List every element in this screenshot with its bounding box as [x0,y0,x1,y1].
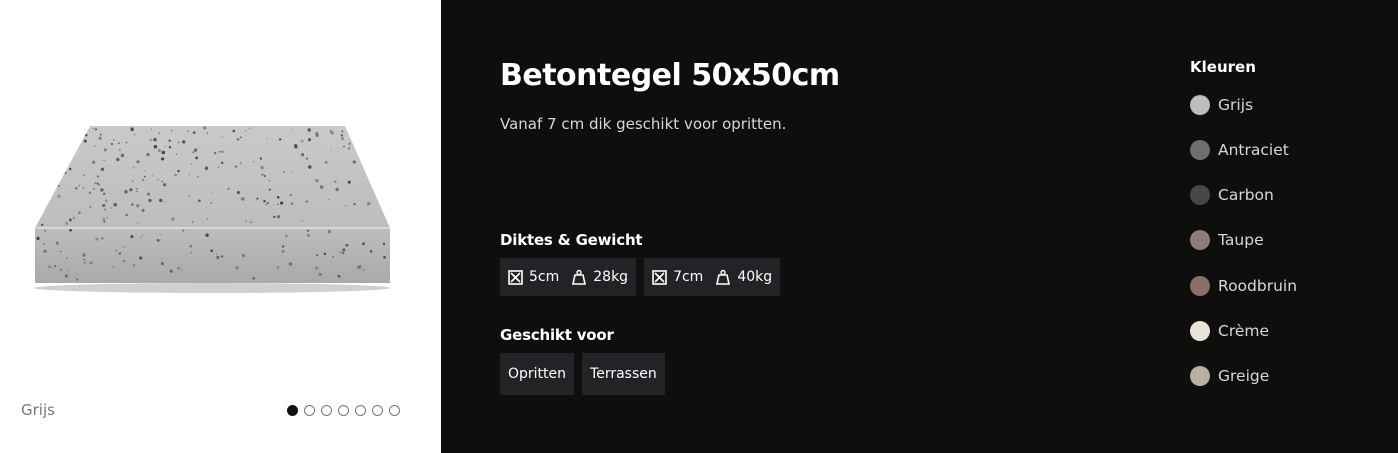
weight-icon [572,269,587,285]
product-subtitle: Vanaf 7 cm dik geschikt voor opritten. [500,115,787,133]
slider-dot[interactable] [372,405,383,416]
color-name: Crème [1218,321,1270,340]
spec-thickness: 7cm [673,269,704,285]
spec-weight: 28kg [593,269,629,285]
variant-label: Grijs [21,401,55,419]
slider-dot[interactable] [355,405,366,416]
color-name: Carbon [1218,186,1274,205]
color-option[interactable]: Roodbruin [1190,274,1297,297]
color-swatch [1190,230,1210,251]
expand-icon [652,269,667,285]
colors-heading: Kleuren [1190,58,1256,76]
color-swatch [1190,185,1210,206]
product-info-panel: Betontegel 50x50cm Vanaf 7 cm dik geschi… [441,0,1398,453]
usage-heading: Geschikt voor [500,326,614,344]
color-option[interactable]: Carbon [1190,184,1297,207]
slider-dot[interactable] [321,405,332,416]
color-name: Greige [1218,367,1270,386]
color-option[interactable]: Grijs [1190,93,1297,116]
product-title: Betontegel 50x50cm [500,58,840,93]
spec-chip[interactable]: 5cm 28kg [500,258,637,296]
slider-dots [287,405,400,416]
color-option[interactable]: Greige [1190,365,1297,388]
expand-icon [508,269,523,285]
color-swatch [1190,275,1210,296]
usage-chip-terrassen[interactable]: Terrassen [582,353,665,395]
color-swatch [1190,94,1210,115]
color-swatch [1190,139,1210,160]
color-name: Roodbruin [1218,276,1298,295]
color-option[interactable]: Taupe [1190,229,1297,252]
spec-weight: 40kg [737,269,773,285]
color-list: Grijs Antraciet Carbon Taupe Roodbruin Crème G… [1190,93,1297,410]
slider-dot[interactable] [287,405,298,416]
color-option[interactable]: Antraciet [1190,138,1297,161]
weight-icon [716,269,731,285]
color-option[interactable]: Crème [1190,319,1297,342]
product-image-tile [34,126,390,293]
usage-chip-opritten[interactable]: Opritten [500,353,575,395]
specs-list: 5cm 28kg 7cm 40kg [500,258,781,296]
color-name: Grijs [1218,95,1254,114]
color-name: Antraciet [1218,140,1289,159]
product-gallery: Grijs [0,0,441,453]
slider-dot[interactable] [304,405,315,416]
usage-list: Opritten Terrassen [500,353,665,395]
spec-chip[interactable]: 7cm 40kg [644,258,781,296]
slider-dot[interactable] [389,405,400,416]
spec-thickness: 5cm [529,269,560,285]
color-swatch [1190,366,1210,387]
specs-heading: Diktes & Gewicht [500,231,643,249]
color-swatch [1190,320,1210,341]
color-name: Taupe [1218,231,1264,250]
slider-dot[interactable] [338,405,349,416]
